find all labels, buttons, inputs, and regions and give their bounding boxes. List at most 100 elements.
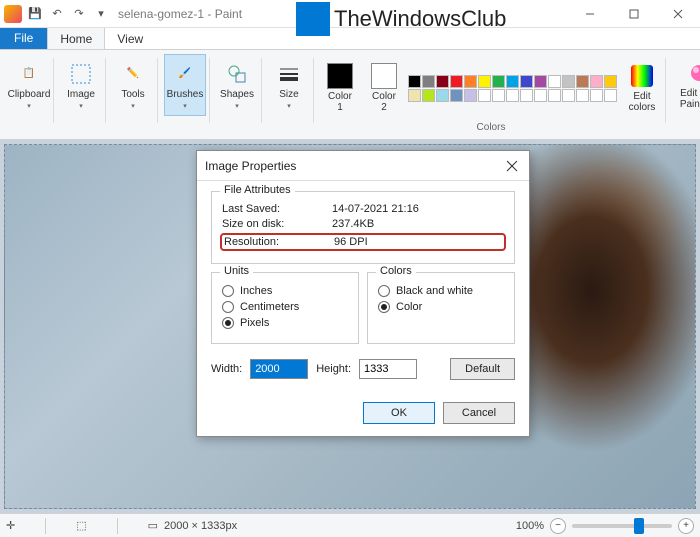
- edit-colors-button[interactable]: Edit colors: [622, 57, 662, 119]
- tools-button[interactable]: ✏️ Tools ▾: [112, 54, 154, 116]
- zoom-thumb[interactable]: [634, 518, 644, 534]
- dimensions-row: Width: Height: Default: [211, 358, 515, 380]
- color-swatch[interactable]: [604, 75, 617, 88]
- ribbon: 📋 Clipboard ▾ Image ▾ ✏️ Tools ▾ 🖌️ Brus…: [0, 50, 700, 140]
- redo-icon[interactable]: ↷: [70, 5, 88, 23]
- color-swatch[interactable]: [422, 75, 435, 88]
- clipboard-button[interactable]: 📋 Clipboard ▾: [8, 54, 50, 116]
- size-button[interactable]: Size ▾: [268, 54, 310, 116]
- resolution-value: 96 DPI: [334, 236, 368, 248]
- color-swatch[interactable]: [436, 89, 449, 102]
- color-swatch[interactable]: [520, 75, 533, 88]
- size-on-disk-value: 237.4KB: [332, 218, 374, 230]
- image-button[interactable]: Image ▾: [60, 54, 102, 116]
- color-swatch[interactable]: [478, 75, 491, 88]
- brushes-button[interactable]: 🖌️ Brushes ▾: [164, 54, 206, 116]
- color-swatch[interactable]: [408, 89, 421, 102]
- color-swatch[interactable]: [478, 89, 491, 102]
- color-swatch[interactable]: [576, 75, 589, 88]
- color-swatch[interactable]: [590, 75, 603, 88]
- color-palette: [408, 75, 618, 102]
- width-input[interactable]: [250, 359, 308, 379]
- radio-icon: [222, 301, 234, 313]
- group-colors: Color 1 Color 2 Edit colors Colors: [316, 52, 666, 137]
- radio-icon: [378, 301, 390, 313]
- ok-button[interactable]: OK: [363, 402, 435, 424]
- shapes-icon: [224, 61, 250, 87]
- maximize-button[interactable]: [612, 0, 656, 28]
- zoom-out-button[interactable]: −: [550, 518, 566, 534]
- color-swatch[interactable]: [492, 75, 505, 88]
- minimize-button[interactable]: [568, 0, 612, 28]
- color-swatch[interactable]: [590, 89, 603, 102]
- group-tools: ✏️ Tools ▾: [108, 52, 158, 137]
- dims-icon: ▭: [148, 519, 158, 532]
- color-swatch[interactable]: [520, 89, 533, 102]
- radio-bw[interactable]: Black and white: [378, 285, 504, 297]
- radio-pixels[interactable]: Pixels: [222, 317, 348, 329]
- group-image: Image ▾: [56, 52, 106, 137]
- color-swatch[interactable]: [464, 89, 477, 102]
- default-button[interactable]: Default: [450, 358, 515, 380]
- color-swatch[interactable]: [604, 89, 617, 102]
- cancel-button[interactable]: Cancel: [443, 402, 515, 424]
- color-swatch[interactable]: [548, 89, 561, 102]
- radio-icon: [222, 317, 234, 329]
- chevron-down-icon: ▾: [27, 102, 31, 110]
- radio-centimeters[interactable]: Centimeters: [222, 301, 348, 313]
- group-brushes: 🖌️ Brushes ▾: [160, 52, 210, 137]
- radio-color[interactable]: Color: [378, 301, 504, 313]
- cursor-pos: ✛: [6, 519, 15, 532]
- last-saved-value: 14-07-2021 21:16: [332, 203, 419, 215]
- color-swatch[interactable]: [534, 89, 547, 102]
- last-saved-label: Last Saved:: [222, 203, 332, 215]
- resolution-label: Resolution:: [224, 236, 334, 248]
- color-swatch[interactable]: [506, 75, 519, 88]
- dialog-close-button[interactable]: [503, 157, 521, 175]
- radio-inches[interactable]: Inches: [222, 285, 348, 297]
- chevron-down-icon: ▾: [287, 102, 291, 110]
- paint3d-button[interactable]: Edit with Paint 3D: [672, 54, 700, 116]
- color-swatch[interactable]: [422, 89, 435, 102]
- paint3d-icon: [686, 60, 700, 86]
- color-swatch[interactable]: [408, 75, 421, 88]
- color-swatch[interactable]: [562, 75, 575, 88]
- color2-button[interactable]: Color 2: [364, 57, 404, 119]
- color-swatch[interactable]: [450, 89, 463, 102]
- shapes-button[interactable]: Shapes ▾: [216, 54, 258, 116]
- window-title: selena-gomez-1 - Paint: [118, 7, 242, 21]
- file-attributes-group: File Attributes Last Saved:14-07-2021 21…: [211, 191, 515, 264]
- rainbow-icon: [629, 63, 655, 89]
- qat-dropdown-icon[interactable]: ▾: [92, 5, 110, 23]
- color-swatch[interactable]: [506, 89, 519, 102]
- dialog-titlebar[interactable]: Image Properties: [197, 151, 529, 181]
- color-swatch[interactable]: [436, 75, 449, 88]
- color1-swatch: [327, 63, 353, 89]
- brush-icon: 🖌️: [172, 61, 198, 87]
- color-swatch[interactable]: [464, 75, 477, 88]
- color1-button[interactable]: Color 1: [320, 57, 360, 119]
- color-swatch[interactable]: [548, 75, 561, 88]
- color-swatch[interactable]: [576, 89, 589, 102]
- color-swatch[interactable]: [534, 75, 547, 88]
- tab-file[interactable]: File: [0, 27, 47, 49]
- zoom-in-button[interactable]: +: [678, 518, 694, 534]
- select-icon: [68, 61, 94, 87]
- quick-access-toolbar: 💾 ↶ ↷ ▾: [4, 0, 110, 27]
- radio-icon: [222, 285, 234, 297]
- tab-home[interactable]: Home: [47, 27, 105, 49]
- units-label: Units: [220, 265, 253, 277]
- undo-icon[interactable]: ↶: [48, 5, 66, 23]
- statusbar: ✛ ⬚ ▭2000 × 1333px 100% − +: [0, 513, 700, 537]
- tab-view[interactable]: View: [105, 27, 155, 49]
- color-swatch[interactable]: [450, 75, 463, 88]
- save-icon[interactable]: 💾: [26, 5, 44, 23]
- color-swatch[interactable]: [562, 89, 575, 102]
- color-swatch[interactable]: [492, 89, 505, 102]
- chevron-down-icon: ▾: [235, 102, 239, 110]
- height-input[interactable]: [359, 359, 417, 379]
- resolution-row-highlighted: Resolution:96 DPI: [220, 233, 506, 251]
- zoom-slider[interactable]: [572, 524, 672, 528]
- close-button[interactable]: [656, 0, 700, 28]
- paste-icon: 📋: [16, 61, 42, 87]
